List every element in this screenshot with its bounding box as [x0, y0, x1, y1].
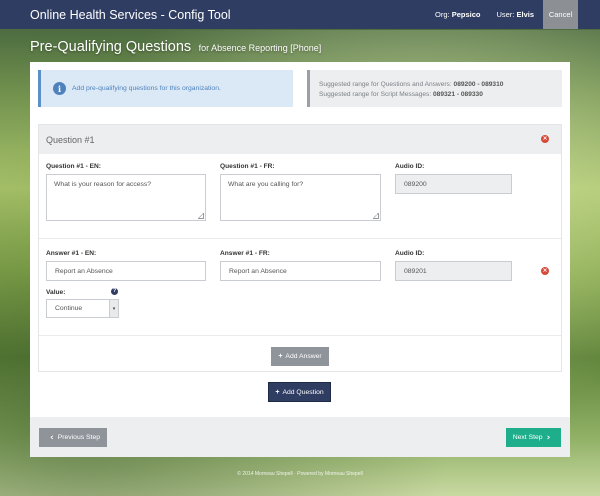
qa-range-value: 089200 - 089310	[453, 81, 504, 88]
plus-icon: +	[275, 388, 280, 396]
add-answer-button[interactable]: + Add Answer	[271, 347, 329, 366]
question-heading: Question #1	[46, 134, 95, 145]
script-range-value: 089321 - 089330	[433, 91, 483, 98]
page-footer: © 2014 Morneau Shepell · Powered by Morn…	[237, 471, 363, 477]
chevron-down-icon: ▾	[109, 300, 118, 317]
qa-range: Suggested range for Questions and Answer…	[319, 80, 562, 90]
answer-fr-label: Answer #1 - FR:	[220, 250, 270, 257]
script-range: Suggested range for Script Messages: 089…	[319, 90, 562, 100]
chevron-right-icon: ›	[546, 432, 551, 443]
qa-range-label: Suggested range for Questions and Answer…	[319, 81, 452, 88]
remove-question-icon[interactable]: ×	[541, 135, 549, 143]
value-select[interactable]: Continue ▾	[46, 299, 119, 318]
next-step-label: Next Step	[512, 434, 543, 441]
question-audio-id-field[interactable]: 089200	[395, 174, 512, 194]
add-question-label: Add Question	[282, 388, 324, 396]
answer-fr-input[interactable]: Report an Absence	[220, 261, 381, 281]
divider	[39, 335, 561, 336]
question-panel: Question #1 × Question #1 - EN: What is …	[38, 124, 562, 372]
user-value: Elvis	[516, 10, 534, 19]
page-heading: Pre-Qualifying Questions for Absence Rep…	[30, 38, 321, 56]
add-answer-label: Add Answer	[285, 353, 322, 360]
main-card: i Add pre-qualifying questions for this …	[30, 62, 570, 417]
value-label: Value:	[46, 289, 66, 296]
org-indicator: Org: Pepsico	[435, 10, 480, 19]
previous-step-label: Previous Step	[57, 434, 101, 441]
app-title: Online Health Services - Config Tool	[30, 7, 231, 22]
step-navigation: ‹ Previous Step Next Step ›	[30, 417, 570, 457]
question-fr-label: Question #1 - FR:	[220, 163, 275, 170]
org-label: Org:	[435, 10, 450, 19]
answer-en-label: Answer #1 - EN:	[46, 250, 97, 257]
page-title: Pre-Qualifying Questions	[30, 39, 192, 55]
value-select-text: Continue	[55, 305, 83, 312]
remove-answer-icon[interactable]: ×	[541, 267, 549, 275]
info-alert: i Add pre-qualifying questions for this …	[38, 70, 293, 107]
answer-audio-label: Audio ID:	[395, 250, 425, 257]
cancel-button[interactable]: Cancel	[543, 0, 578, 29]
add-question-button[interactable]: + Add Question	[268, 382, 331, 402]
info-text: Add pre-qualifying questions for this or…	[72, 85, 221, 92]
plus-icon: +	[278, 353, 283, 360]
previous-step-button[interactable]: ‹ Previous Step	[39, 428, 107, 447]
answer-audio-id-field[interactable]: 089201	[395, 261, 512, 281]
question-en-label: Question #1 - EN:	[46, 163, 101, 170]
chevron-left-icon: ‹	[49, 432, 54, 443]
top-navbar: Online Health Services - Config Tool Org…	[0, 0, 600, 29]
help-icon[interactable]: ?	[111, 288, 118, 295]
next-step-button[interactable]: Next Step ›	[506, 428, 561, 447]
divider	[39, 238, 561, 239]
question-audio-label: Audio ID:	[395, 163, 425, 170]
info-icon: i	[53, 82, 66, 95]
script-range-label: Suggested range for Script Messages:	[319, 91, 432, 98]
question-en-textarea[interactable]: What is your reason for access?	[46, 174, 206, 221]
user-indicator: User: Elvis	[496, 10, 534, 19]
org-value: Pepsico	[451, 10, 481, 19]
suggested-ranges: Suggested range for Questions and Answer…	[307, 70, 562, 107]
page-subtitle: for Absence Reporting [Phone]	[198, 43, 322, 53]
answer-en-input[interactable]: Report an Absence	[46, 261, 206, 281]
question-fr-textarea[interactable]: What are you calling for?	[220, 174, 381, 221]
user-label: User:	[496, 10, 515, 19]
question-header: Question #1	[39, 125, 561, 154]
